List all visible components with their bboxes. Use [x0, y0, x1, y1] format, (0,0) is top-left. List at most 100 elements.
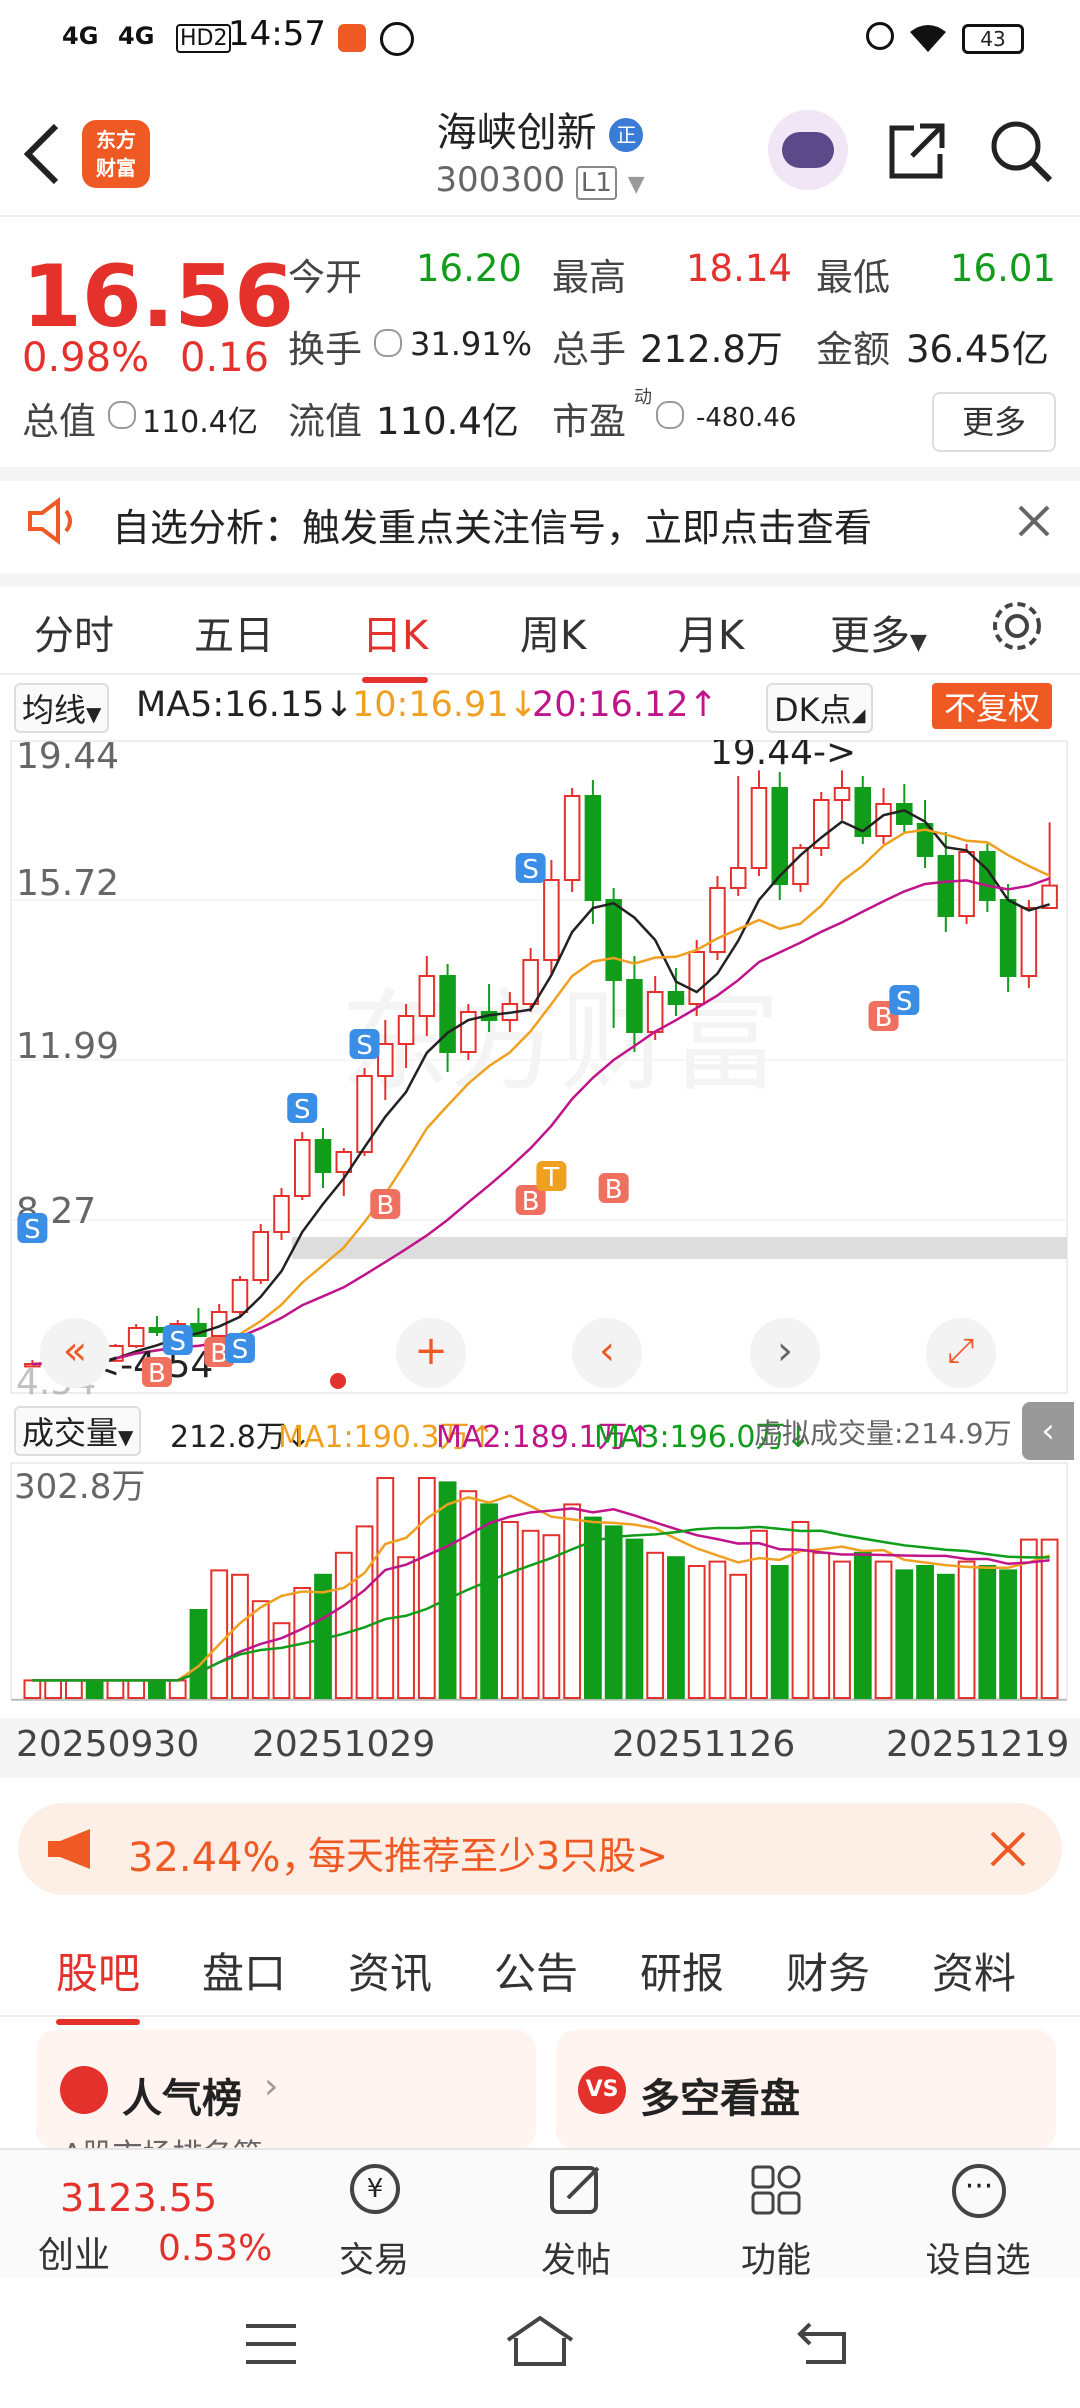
candlestick-chart[interactable]: 东方财富 19.44 15.72 11.99 8.27 19.44-> <-4.… — [10, 740, 1070, 1395]
change-amount: 0.16 — [180, 335, 270, 381]
candle-body — [273, 1195, 290, 1233]
tab-announcements[interactable]: 公告 — [494, 1940, 578, 2001]
amount-value: 36.45亿 — [906, 328, 1049, 371]
tab-monthly-k[interactable]: 月K — [678, 603, 744, 661]
dk-point-label: DK点 — [774, 691, 852, 729]
promo-banner[interactable]: 32.44%， 每天推荐至少3只股> — [18, 1803, 1062, 1895]
dk-point-toggle[interactable]: DK点◢ — [766, 683, 874, 733]
close-icon[interactable] — [988, 1829, 1028, 1869]
tab-financials[interactable]: 财务 — [786, 1940, 870, 2001]
candle-body — [127, 1327, 145, 1347]
share-icon[interactable] — [886, 120, 948, 182]
pe-value: -480.46 — [696, 403, 797, 433]
back-icon[interactable] — [796, 2318, 850, 2366]
stock-code-text: 300300 — [435, 160, 566, 200]
tab-more[interactable]: 更多▼ — [830, 603, 927, 661]
volume-bar — [604, 1525, 623, 1700]
ma10-value: 10:16.91↓ — [352, 685, 538, 725]
popularity-card[interactable]: 人气榜 › A股市场排名第 — [36, 2030, 536, 2173]
volume-bar — [770, 1565, 789, 1699]
candle-body — [439, 975, 456, 1053]
tab-intraday[interactable]: 分时 — [34, 603, 114, 661]
scroll-far-left-button[interactable]: « — [40, 1318, 110, 1388]
ma-selector[interactable]: 均线▼ — [14, 683, 110, 733]
tab-orderbook[interactable]: 盘口 — [202, 1940, 286, 2001]
signal-marker-label: B — [376, 1191, 394, 1221]
functions-button[interactable]: 功能 — [706, 2150, 846, 2281]
notice-text: 自选分析：触发重点关注信号，立即点击查看 — [112, 506, 873, 550]
vs-icon: VS — [578, 2066, 626, 2114]
high-label: 最高 — [552, 256, 626, 299]
scroll-right-button[interactable]: › — [750, 1318, 820, 1388]
edit-icon — [550, 2166, 600, 2214]
tab-news[interactable]: 资讯 — [348, 1940, 432, 2001]
more-dots-icon: ··· — [952, 2164, 1006, 2218]
adjust-toggle[interactable]: 不复权 — [932, 683, 1053, 729]
candle-body — [958, 851, 975, 917]
level-badge: L1 — [575, 166, 617, 200]
tab-weekly-k[interactable]: 周K — [520, 603, 586, 661]
volume-bar — [23, 1679, 42, 1699]
volume-bar — [127, 1679, 146, 1699]
virtual-volume: 虚拟成交量:214.9万 — [754, 1417, 1012, 1450]
rank-chart-icon — [60, 2066, 108, 2114]
home-icon[interactable] — [504, 2314, 576, 2368]
trade-button[interactable]: ¥ 交易 — [304, 2150, 444, 2281]
app-notification-icon — [338, 24, 366, 52]
collapse-panel-button[interactable]: ‹ — [1022, 1402, 1074, 1460]
volume-bar — [667, 1556, 685, 1699]
candle-body — [314, 1139, 332, 1173]
info-icon[interactable] — [656, 401, 684, 429]
menu-icon[interactable] — [244, 2322, 298, 2366]
signal-marker-label: S — [294, 1095, 311, 1125]
current-point-dot — [330, 1373, 346, 1389]
ma20-value: 20:16.12↑ — [532, 685, 718, 725]
post-button[interactable]: 发帖 — [506, 2150, 646, 2281]
volume-selector[interactable]: 成交量▼ — [14, 1406, 142, 1456]
hd-indicator: HD2 — [176, 24, 232, 53]
search-icon[interactable] — [988, 118, 1054, 184]
high-value: 18.14 — [686, 247, 792, 290]
volume-bar — [417, 1477, 436, 1699]
low-label: 最低 — [816, 256, 890, 299]
candle-body — [293, 1139, 311, 1197]
volume-legend: 成交量▼ 212.8万↓ MA1:190.3万↑ MA2:189.1万↑ MA3… — [0, 1402, 1080, 1460]
tab-profile[interactable]: 资料 — [932, 1940, 1016, 2001]
add-watchlist-button[interactable]: ··· 设自选 — [908, 2150, 1048, 2281]
volume-bar — [999, 1569, 1017, 1699]
settings-gear-icon[interactable] — [990, 599, 1044, 653]
notice-bar[interactable]: 自选分析：触发重点关注信号，立即点击查看 — [0, 467, 1080, 587]
scroll-left-button[interactable]: ‹ — [572, 1318, 642, 1388]
volume-bar — [584, 1516, 602, 1699]
pe-label: 市盈 — [552, 400, 626, 443]
volume-label: 总手 — [552, 328, 626, 371]
functions-label: 功能 — [740, 2241, 811, 2281]
candle-body — [937, 855, 955, 917]
signal-2: 4G — [118, 22, 155, 50]
candle-body — [646, 991, 664, 1033]
assistant-avatar[interactable] — [768, 110, 848, 190]
tab-more-label: 更多 — [830, 613, 910, 659]
bull-bear-card[interactable]: VS 多空看盘 — [556, 2030, 1056, 2150]
info-icon[interactable] — [374, 329, 402, 357]
tab-five-day[interactable]: 五日 — [194, 603, 274, 661]
volume-bar — [625, 1538, 644, 1699]
volume-bar — [563, 1503, 582, 1700]
close-icon[interactable] — [1016, 503, 1052, 539]
index-change: 0.53% — [158, 2228, 273, 2269]
zoom-in-button[interactable]: + — [396, 1318, 466, 1388]
tab-forum[interactable]: 股吧 — [56, 1940, 141, 2025]
volume-bar — [812, 1551, 831, 1699]
fullscreen-button[interactable]: ⤢ — [926, 1318, 996, 1388]
candle-body — [729, 867, 747, 889]
quote-panel: 16.56 0.98% 0.16 今开 16.20 最高 18.14 最低 16… — [0, 217, 1080, 481]
volume-bar — [355, 1525, 374, 1700]
tab-research[interactable]: 研报 — [640, 1940, 724, 2001]
more-quote-button[interactable]: 更多 — [932, 392, 1056, 452]
tab-daily-k[interactable]: 日K — [362, 603, 429, 683]
volume-bar — [438, 1481, 457, 1700]
info-icon[interactable] — [108, 401, 136, 429]
volume-chart[interactable]: 302.8万 — [10, 1462, 1070, 1714]
signal-1: 4G — [62, 22, 99, 50]
candle-body — [377, 1043, 394, 1077]
